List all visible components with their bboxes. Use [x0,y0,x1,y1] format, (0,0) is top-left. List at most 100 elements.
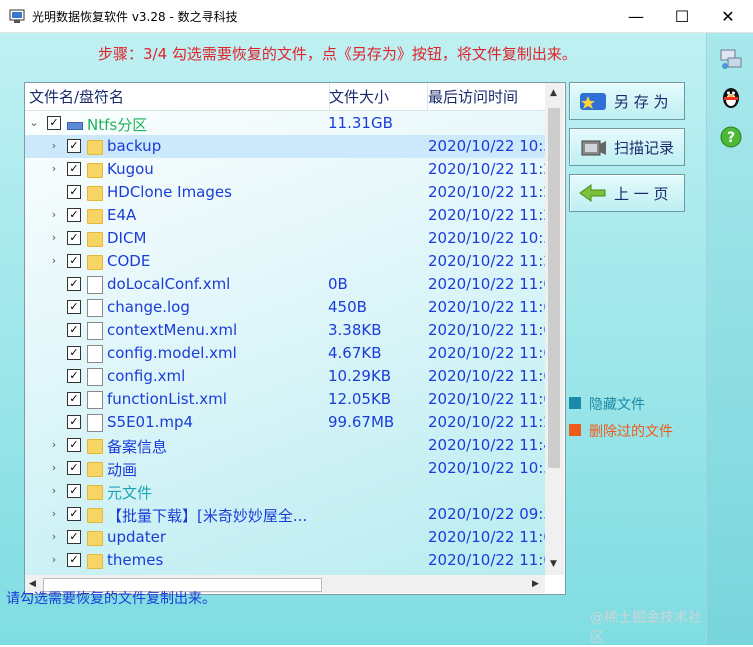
table-row[interactable]: › ✓ 动画 2020/10/22 10:53 [25,457,545,480]
table-row[interactable]: ✓ HDClone Images 2020/10/22 11:21 [25,181,545,204]
expander-icon[interactable]: › [49,231,59,245]
title-bar: 光明数据恢复软件 v3.28 - 数之寻科技 — ☐ ✕ [0,0,753,33]
network-icon[interactable] [719,47,743,71]
table-row[interactable]: › ✓ E4A 2020/10/22 11:21 [25,204,545,227]
help-icon[interactable]: ? [719,125,743,149]
row-size: 11.31GB [328,114,393,132]
drive-icon [67,122,83,130]
row-time: 2020/10/22 11:21 [428,413,545,431]
column-header-name[interactable]: 文件名/盘符名 [25,83,330,110]
expander-icon[interactable]: › [49,484,59,498]
row-time: 2020/10/22 11:21 [428,183,545,201]
table-row[interactable]: › ✓ 元文件 [25,480,545,503]
row-checkbox[interactable]: ✓ [67,369,81,383]
table-row[interactable]: › ✓ 备案信息 2020/10/22 11:41 [25,434,545,457]
table-row[interactable]: ✓ S5E01.mp4 99.67MB 2020/10/22 11:21 [25,411,545,434]
table-row[interactable]: › ✓ DICM 2020/10/22 10:53 [25,227,545,250]
row-name: functionList.xml [107,390,227,408]
table-row[interactable]: ✓ contextMenu.xml 3.38KB 2020/10/22 11:01 [25,319,545,342]
expander-icon[interactable]: › [49,254,59,268]
row-checkbox[interactable]: ✓ [67,530,81,544]
table-row[interactable]: ✓ config.xml 10.29KB 2020/10/22 11:01 [25,365,545,388]
prev-page-button[interactable]: 上 一 页 [569,174,685,212]
scroll-right-icon[interactable]: ▶ [532,579,539,589]
close-button[interactable]: ✕ [705,0,751,32]
expander-icon[interactable]: › [49,507,59,521]
table-row[interactable]: ✓ config.model.xml 4.67KB 2020/10/22 11:01 [25,342,545,365]
row-checkbox[interactable]: ✓ [67,553,81,567]
table-row[interactable]: ✓ doLocalConf.xml 0B 2020/10/22 11:01 [25,273,545,296]
expander-icon[interactable]: › [49,530,59,544]
table-row[interactable]: › ✓ 【批量下载】[米奇妙妙屋全... 2020/10/22 09:34 [25,503,545,526]
row-checkbox[interactable]: ✓ [67,277,81,291]
row-name: backup [107,137,162,155]
row-name: S5E01.mp4 [107,413,194,431]
row-time: 2020/10/22 11:01 [428,298,545,316]
expander-icon [49,415,59,429]
expander-icon[interactable]: › [49,553,59,567]
row-checkbox[interactable]: ✓ [67,438,81,452]
row-checkbox[interactable]: ✓ [47,116,61,130]
folder-icon [87,485,103,500]
expander-icon[interactable]: › [49,162,59,176]
vertical-scrollbar[interactable]: ▲ ▼ [545,83,564,575]
file-tree-viewport: 文件名/盘符名 文件大小 最后访问时间 ^ ⌄ ✓ Ntfs分区 11.31GB › ✓ b… [25,83,545,575]
main-panel: 步骤：3/4 勾选需要恢复的文件，点《另存为》按钮，将文件复制出来。 文件名/盘… [0,33,706,646]
expander-icon[interactable]: › [49,461,59,475]
row-size: 450B [328,298,367,316]
column-header-time[interactable]: 最后访问时间 [424,83,545,110]
folder-icon [87,163,103,178]
expander-icon [49,392,59,406]
table-row[interactable]: › ✓ updater 2020/10/22 11:01 [25,526,545,549]
row-size: 12.05KB [328,390,392,408]
scroll-down-icon[interactable]: ▼ [550,559,557,569]
save-as-button[interactable]: 另 存 为 [569,82,685,120]
row-time: 2020/10/22 11:01 [428,344,545,362]
table-row[interactable]: › ✓ CODE 2020/10/22 11:21 [25,250,545,273]
row-time: 2020/10/22 11:21 [428,252,545,270]
table-row[interactable]: › ✓ backup 2020/10/22 10:53 [25,135,545,158]
row-checkbox[interactable]: ✓ [67,254,81,268]
watermark: @稀土掘金技术社区 [590,610,702,646]
scroll-up-icon[interactable]: ▲ [550,88,557,98]
row-checkbox[interactable]: ✓ [67,346,81,360]
table-row[interactable]: ⌄ ✓ Ntfs分区 11.31GB [25,112,545,135]
row-checkbox[interactable]: ✓ [67,507,81,521]
expander-icon[interactable]: ⌄ [29,116,39,130]
table-row[interactable]: ✓ change.log 450B 2020/10/22 11:01 [25,296,545,319]
folder-icon [87,232,103,247]
row-checkbox[interactable]: ✓ [67,162,81,176]
file-icon [87,391,103,409]
file-tree-list[interactable]: 文件名/盘符名 文件大小 最后访问时间 ^ ⌄ ✓ Ntfs分区 11.31GB › ✓ b… [24,82,566,595]
row-checkbox[interactable]: ✓ [67,231,81,245]
expander-icon[interactable]: › [49,438,59,452]
table-row[interactable]: › ✓ Kugou 2020/10/22 11:21 [25,158,545,181]
row-checkbox[interactable]: ✓ [67,323,81,337]
row-time: 2020/10/22 11:41 [428,436,545,454]
folder-icon [87,209,103,224]
row-checkbox[interactable]: ✓ [67,461,81,475]
folder-icon [87,531,103,546]
row-checkbox[interactable]: ✓ [67,185,81,199]
row-checkbox[interactable]: ✓ [67,208,81,222]
scan-record-label: 扫描记录 [614,139,675,157]
table-row[interactable]: › ✓ themes 2020/10/22 11:01 [25,549,545,572]
expander-icon[interactable]: › [49,139,59,153]
table-row[interactable]: ✓ functionList.xml 12.05KB 2020/10/22 11:01 [25,388,545,411]
row-checkbox[interactable]: ✓ [67,139,81,153]
minimize-button[interactable]: — [613,0,659,32]
row-time: 2020/10/22 11:21 [428,206,545,224]
row-checkbox[interactable]: ✓ [67,415,81,429]
qq-penguin-icon[interactable] [719,85,743,109]
scan-record-button[interactable]: 扫描记录 [569,128,685,166]
save-as-label: 另 存 为 [614,93,669,111]
row-checkbox[interactable]: ✓ [67,300,81,314]
vertical-scroll-thumb[interactable] [548,108,560,468]
row-name: E4A [107,206,137,224]
row-name: doLocalConf.xml [107,275,231,293]
expander-icon[interactable]: › [49,208,59,222]
row-checkbox[interactable]: ✓ [67,392,81,406]
row-checkbox[interactable]: ✓ [67,484,81,498]
row-time: 2020/10/22 11:21 [428,160,545,178]
maximize-button[interactable]: ☐ [659,0,705,32]
